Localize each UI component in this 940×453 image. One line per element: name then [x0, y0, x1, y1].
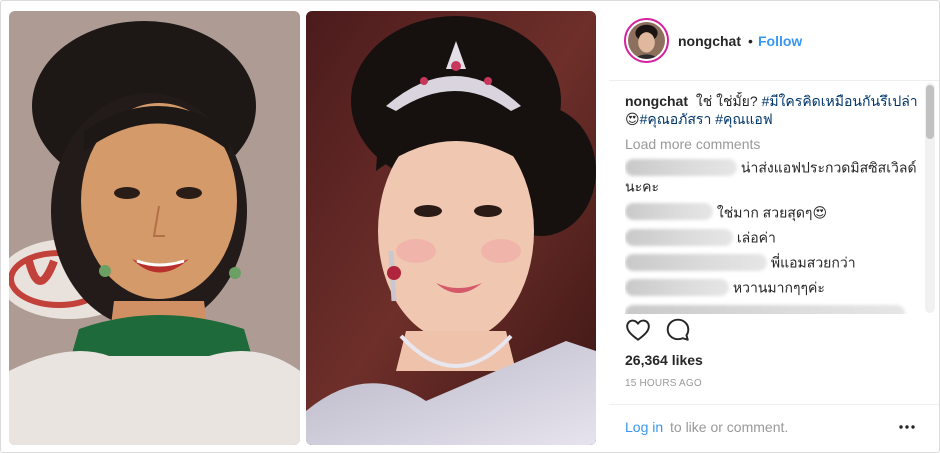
header-username[interactable]: nongchat: [678, 33, 741, 49]
post-timestamp[interactable]: 15 HOURS AGO: [625, 378, 702, 389]
emoji: 😍: [625, 111, 640, 127]
post-media[interactable]: [1, 1, 609, 452]
comment-text: ใช่มาก สวยสุดๆ😍: [716, 203, 828, 220]
login-prompt-text: to like or comment.: [670, 419, 789, 435]
post-caption: nongchat ใช่ ใช่มั้ย? #มีใครคิดเหมือนกัน…: [625, 92, 925, 128]
hashtag-link[interactable]: #คุณอภัสรา: [640, 111, 712, 127]
header-separator: •: [748, 33, 753, 49]
follow-button[interactable]: Follow: [758, 33, 802, 49]
avatar[interactable]: [624, 18, 669, 63]
blurred-username: [625, 279, 729, 297]
post-header: nongchat • Follow: [609, 1, 939, 81]
hashtag-link[interactable]: #คุณแอฟ: [715, 111, 772, 127]
vintage-portrait-photo: [9, 11, 300, 445]
more-options-icon[interactable]: [897, 417, 917, 437]
comment-item: หวานมากๆๆค่ะ: [625, 277, 925, 297]
load-more-comments-button[interactable]: Load more comments: [625, 135, 925, 153]
hashtag-link[interactable]: #มีใครคิดเหมือนกันรึเปล่า: [762, 93, 918, 109]
modern-portrait-photo: [306, 11, 596, 445]
like-count[interactable]: 26,364 likes: [625, 352, 703, 368]
comments-scrollbar[interactable]: [925, 83, 935, 313]
comment-text: เล่อค่า: [736, 229, 776, 246]
comment-text: หวานมากๆๆค่ะ: [732, 279, 825, 296]
comment-item: ใช่มาก สวยสุดๆ😍: [625, 202, 925, 221]
instagram-post: nongchat • Follow nongchat ใช่ ใช่มั้ย? …: [0, 0, 940, 453]
blurred-username: [625, 158, 737, 176]
action-bar: [609, 317, 939, 343]
scrollbar-thumb[interactable]: [926, 85, 934, 139]
blurred-username: [625, 228, 733, 246]
comment-item: น่าส่งแอฟประกวดมิสซิสเวิลด์นะคะ: [625, 157, 925, 196]
avatar-image: [628, 22, 665, 59]
caption-text: ใช่ ใช่มั้ย?: [695, 93, 758, 109]
comment-item: [625, 303, 925, 314]
blurred-username: [625, 304, 905, 314]
comment-item: พี่แอมสวยกว่า: [625, 252, 925, 271]
post-sidebar: nongchat • Follow nongchat ใช่ ใช่มั้ย? …: [609, 1, 939, 452]
login-link[interactable]: Log in: [625, 419, 663, 435]
caption-username[interactable]: nongchat: [625, 93, 688, 109]
comment-bubble-icon[interactable]: [665, 317, 691, 343]
blurred-username: [625, 203, 713, 221]
comment-text: พี่แอมสวยกว่า: [770, 254, 856, 271]
comment-item: เล่อค่า: [625, 227, 925, 246]
comments-list: nongchat ใช่ ใช่มั้ย? #มีใครคิดเหมือนกัน…: [625, 92, 925, 314]
blurred-username: [625, 253, 767, 271]
post-footer: Log in to like or comment.: [609, 404, 939, 452]
heart-icon[interactable]: [625, 317, 651, 343]
